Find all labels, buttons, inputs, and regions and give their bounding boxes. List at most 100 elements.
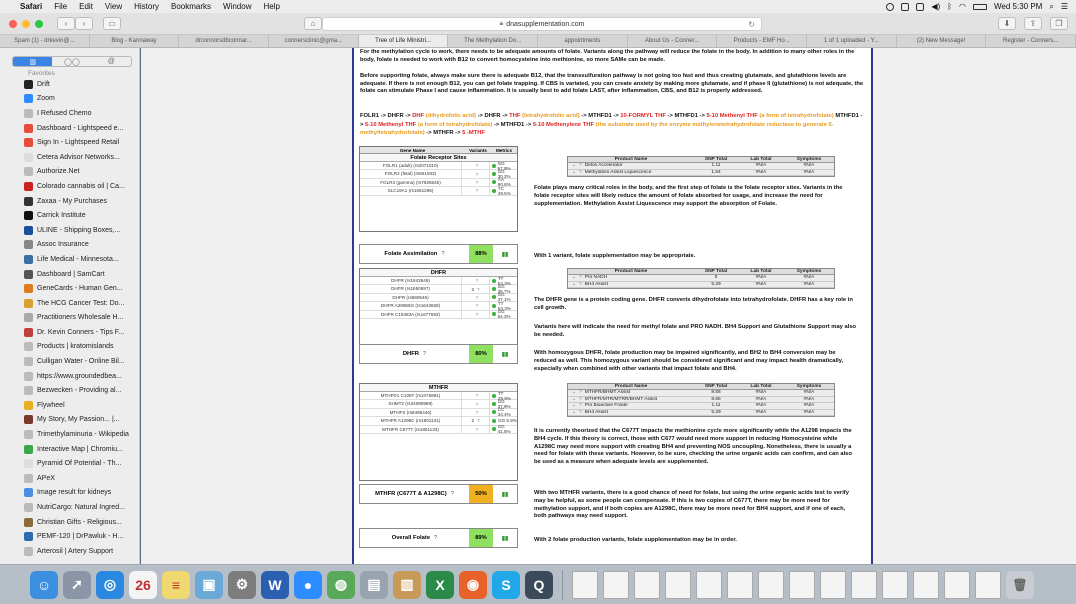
bookmark-item[interactable]: Products | kratomislands — [0, 340, 139, 355]
menu-view[interactable]: View — [105, 2, 122, 11]
safari-icon[interactable]: ◎ — [96, 570, 124, 599]
bookmark-item[interactable]: Cetera Advisor Networks... — [0, 150, 139, 165]
help-icon[interactable]: ? — [579, 275, 582, 280]
bookmark-item[interactable]: Dashboard | SamCart — [0, 267, 139, 282]
launchpad-icon[interactable]: ➚ — [63, 570, 91, 599]
dock-document-icon[interactable] — [789, 570, 815, 599]
bookmark-item[interactable]: Colorado cannabis oil | Ca... — [0, 179, 139, 194]
help-icon[interactable]: ? — [451, 491, 454, 497]
browser-tab[interactable]: Blog - Kannaway — [90, 35, 180, 47]
battery-icon[interactable] — [973, 3, 988, 10]
help-icon[interactable]: ? — [579, 282, 582, 287]
bookmarks-tab-icon[interactable]: ▥ — [13, 57, 53, 66]
chart-icon[interactable]: ▮▮ — [493, 529, 517, 547]
dock-document-icon[interactable] — [820, 570, 846, 599]
help-icon[interactable]: ? — [476, 163, 479, 168]
bookmark-item[interactable]: Trimethylaminuria - Wikipedia — [0, 427, 139, 442]
browser-tab[interactable]: Tree of Life Ministri... — [358, 35, 449, 47]
help-icon[interactable]: ? — [476, 172, 479, 177]
dock-document-icon[interactable] — [727, 570, 753, 599]
bookmark-item[interactable]: Interactive Map | Chromiu... — [0, 442, 139, 457]
expand-chevron-icon[interactable]: ⌄ — [572, 397, 576, 402]
bookmark-item[interactable]: Christian Gifts - Religious... — [0, 515, 139, 530]
chart-icon[interactable]: ▮▮ — [493, 345, 517, 363]
bookmark-item[interactable]: Dashboard - Lightspeed e... — [0, 121, 139, 136]
firefox-icon[interactable]: ◉ — [459, 570, 487, 599]
bookmark-item[interactable]: Carrick Institute — [0, 208, 139, 223]
product-row[interactable]: ⌄? Methylation Assist Liquescence 1.54 #N/A… — [568, 169, 834, 176]
dock-document-icon[interactable] — [913, 570, 939, 599]
network-icon[interactable]: ◍ — [327, 570, 355, 599]
help-icon[interactable]: ? — [579, 170, 582, 175]
chart-icon[interactable]: ▮▮ — [493, 485, 517, 503]
close-window-button[interactable] — [9, 19, 17, 28]
bluetooth-icon[interactable]: ᛒ — [947, 2, 952, 11]
dock-document-icon[interactable] — [634, 570, 660, 599]
download-button[interactable]: ⬇ — [998, 17, 1016, 30]
help-icon[interactable]: ? — [476, 303, 479, 308]
calendar-icon[interactable]: 26 — [129, 570, 157, 599]
help-icon[interactable]: ? — [579, 397, 582, 402]
dock-document-icon[interactable] — [882, 570, 908, 599]
bookmark-item[interactable]: Culligan Water - Online Bil... — [0, 354, 139, 369]
bookmark-item[interactable]: Authorize.Net — [0, 165, 139, 180]
help-icon[interactable]: ? — [579, 390, 582, 395]
back-button[interactable]: ‹ — [57, 17, 75, 30]
expand-chevron-icon[interactable]: ⌄ — [572, 170, 576, 175]
sidebar-toggle-button[interactable]: ▭ — [103, 17, 121, 30]
menu-bookmarks[interactable]: Bookmarks — [171, 2, 211, 11]
dock-document-icon[interactable] — [944, 570, 970, 599]
bookmark-item[interactable]: APeX — [0, 471, 139, 486]
expand-chevron-icon[interactable]: ⌄ — [572, 282, 576, 287]
help-icon[interactable]: ? — [476, 295, 479, 300]
share-button[interactable]: ⇪ — [1024, 17, 1042, 30]
bookmark-item[interactable]: Zoom — [0, 92, 139, 107]
browser-tab[interactable]: Register - Conners... — [986, 35, 1076, 47]
dock-document-icon[interactable] — [572, 570, 598, 599]
trash-icon[interactable]: 🗑︎ — [1006, 570, 1034, 599]
bookmark-item[interactable]: https://www.groundedbea... — [0, 369, 139, 384]
help-icon[interactable]: ? — [441, 251, 444, 257]
chart-icon[interactable]: ▮▮ — [493, 245, 517, 263]
dock-document-icon[interactable] — [758, 570, 784, 599]
screen-icon[interactable] — [901, 2, 910, 11]
help-icon[interactable]: ? — [477, 418, 480, 423]
bookmark-item[interactable]: NutriCargo: Natural Ingred... — [0, 500, 139, 515]
menu-file[interactable]: File — [54, 2, 67, 11]
preview-icon[interactable]: ▣ — [195, 570, 223, 599]
expand-chevron-icon[interactable]: ⌄ — [572, 390, 576, 395]
word-icon[interactable]: W — [261, 570, 289, 599]
browser-tab[interactable]: The Methylation Do... — [448, 35, 539, 47]
bookmark-item[interactable]: GeneCards - Human Gen... — [0, 281, 139, 296]
browser-tab[interactable]: appointments — [538, 35, 628, 47]
wifi-icon[interactable]: ◠ — [959, 2, 966, 11]
menu-edit[interactable]: Edit — [79, 2, 93, 11]
bookmark-item[interactable]: Pyramid Of Potential - Th... — [0, 456, 139, 471]
expand-chevron-icon[interactable]: ⌄ — [572, 410, 576, 415]
bookmark-item[interactable]: I Refused Chemo — [0, 106, 139, 121]
reload-icon[interactable]: ↻ — [748, 20, 755, 29]
bookmark-item[interactable]: Assoc Insurance — [0, 238, 139, 253]
zoom-window-button[interactable] — [35, 19, 43, 28]
dock-document-icon[interactable] — [975, 570, 1001, 599]
browser-tab[interactable]: About Us - Conner... — [628, 35, 718, 47]
dock-document-icon[interactable] — [603, 570, 629, 599]
notes-icon[interactable]: ≡ — [162, 570, 190, 599]
record-icon[interactable] — [886, 2, 895, 11]
menu-history[interactable]: History — [134, 2, 159, 11]
bookmark-item[interactable]: Arterosil | Artery Support — [0, 544, 139, 559]
volume-icon[interactable]: ◀) — [931, 2, 940, 11]
quicktime-icon[interactable]: Q — [525, 570, 553, 599]
product-row[interactable]: ⌄? BH4 Assist 5.29 #N/A #N/A — [568, 409, 834, 416]
forward-button[interactable]: › — [75, 17, 93, 30]
show-tabs-button[interactable]: ❐ — [1050, 17, 1068, 30]
reading-list-tab-icon[interactable]: ◯◯ — [52, 57, 91, 66]
bookmark-item[interactable]: Dr. Kevin Conners - Tips F... — [0, 325, 139, 340]
clock[interactable]: Wed 5:30 PM — [994, 2, 1042, 11]
airplay-icon[interactable] — [916, 2, 925, 11]
help-icon[interactable]: ? — [423, 351, 426, 357]
browser-tab[interactable]: 1 of 1 uploaded - Y... — [807, 35, 897, 47]
menu-help[interactable]: Help — [263, 2, 279, 11]
bookmark-item[interactable]: Sign In - Lightspeed Retail — [0, 135, 139, 150]
menu-window[interactable]: Window — [223, 2, 251, 11]
